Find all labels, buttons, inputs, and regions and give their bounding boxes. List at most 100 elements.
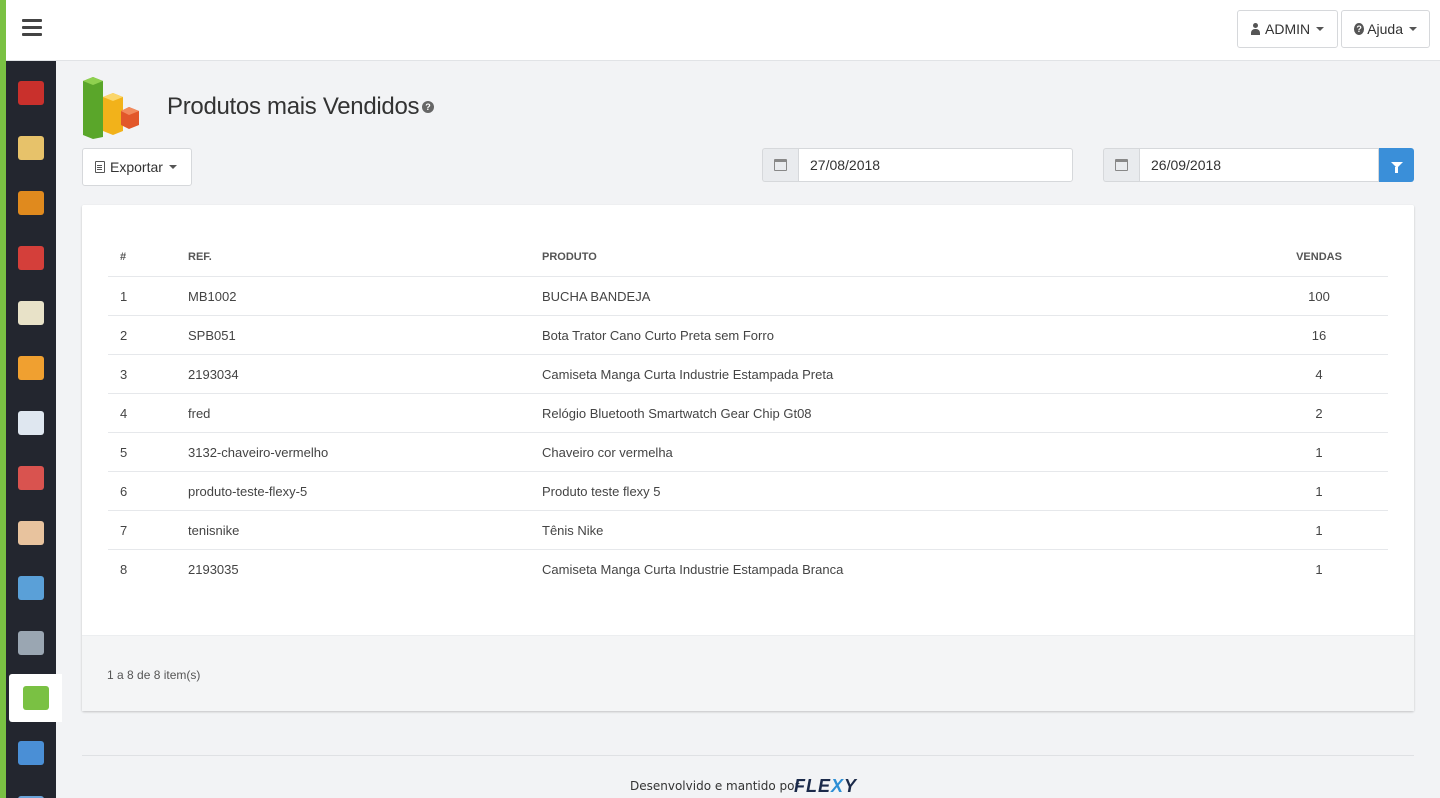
cell-ref: SPB051 bbox=[188, 327, 236, 343]
filter-button[interactable] bbox=[1379, 148, 1414, 182]
cell-product: BUCHA BANDEJA bbox=[542, 288, 651, 304]
card-footer: 1 a 8 de 8 item(s) bbox=[82, 635, 1414, 711]
bar-chart-icon bbox=[22, 686, 49, 710]
table-row: 5 3132-chaveiro-vermelho Chaveiro cor verm… bbox=[108, 433, 1388, 472]
calendar-icon[interactable] bbox=[1103, 148, 1139, 182]
cell-ref: tenisnike bbox=[188, 522, 240, 538]
package-icon bbox=[18, 191, 44, 215]
sidebar-item-truck[interactable] bbox=[6, 344, 56, 392]
sidebar-item-card[interactable] bbox=[6, 289, 56, 337]
discount-icon bbox=[18, 246, 44, 270]
user-menu-label: ADMIN bbox=[1265, 21, 1311, 37]
box-icon bbox=[18, 81, 44, 105]
sidebar-item-admin-user[interactable] bbox=[6, 509, 56, 557]
banner-icon bbox=[18, 576, 44, 600]
table-row: 7 tenisnike Tênis Nike 1 bbox=[108, 511, 1388, 550]
export-button[interactable]: Exportar bbox=[82, 148, 192, 186]
table-row: 1 MB1002 BUCHA BANDEJA 100 bbox=[108, 277, 1388, 316]
catalog-icon bbox=[18, 136, 44, 160]
sidebar-item-settings[interactable] bbox=[6, 784, 56, 798]
cell-sales: 1 bbox=[1315, 562, 1323, 577]
table-row: 3 2193034 Camiseta Manga Curta Industrie E… bbox=[108, 355, 1388, 394]
header-product[interactable]: PRODUTO bbox=[542, 251, 1250, 263]
footer-text: Desenvolvido e mantido por bbox=[630, 779, 800, 793]
sidebar bbox=[6, 61, 62, 798]
footer-divider bbox=[82, 755, 1414, 756]
cell-sales: 1 bbox=[1315, 444, 1323, 460]
header-num[interactable]: # bbox=[108, 251, 188, 263]
header-ref[interactable]: REF. bbox=[188, 251, 542, 263]
filter-icon bbox=[1390, 162, 1403, 173]
results-card: # REF. PRODUTO VENDAS 1 MB1002 BUCHA BANDE… bbox=[82, 205, 1414, 711]
cell-ref: 3132-chaveiro-vermelho bbox=[188, 444, 329, 460]
user-menu-button[interactable]: ADMIN bbox=[1237, 10, 1338, 48]
cell-ref: 2193035 bbox=[188, 562, 239, 577]
date-from-input[interactable] bbox=[798, 148, 1073, 182]
sidebar-item-discount[interactable] bbox=[6, 234, 56, 282]
sidebar-item-bar-chart[interactable] bbox=[9, 674, 62, 722]
admin-user-icon bbox=[18, 521, 44, 545]
help-icon[interactable]: ? bbox=[422, 101, 434, 113]
cell-product: Chaveiro cor vermelha bbox=[542, 444, 673, 460]
cell-ref: 2193034 bbox=[188, 366, 239, 382]
caret-down-icon bbox=[168, 165, 177, 169]
date-from-group bbox=[762, 148, 1073, 182]
cell-sales: 1 bbox=[1315, 483, 1323, 499]
cell-sales: 16 bbox=[1311, 327, 1327, 343]
cell-num: 8 bbox=[120, 562, 128, 577]
cell-sales: 1 bbox=[1315, 522, 1323, 538]
cell-sales: 4 bbox=[1315, 366, 1323, 382]
sidebar-item-note[interactable] bbox=[6, 399, 56, 447]
table-row: 2 SPB051 Bota Trator Cano Curto Preta sem … bbox=[108, 316, 1388, 355]
cell-num: 2 bbox=[120, 327, 128, 343]
header-sales[interactable]: VENDAS bbox=[1250, 251, 1388, 263]
table-row: 6 produto-teste-flexy-5 Produto teste flex… bbox=[108, 472, 1388, 511]
cell-num: 1 bbox=[120, 288, 128, 304]
user-icon bbox=[1250, 23, 1261, 35]
cell-num: 5 bbox=[120, 444, 128, 460]
table-header-row: # REF. PRODUTO VENDAS bbox=[108, 237, 1388, 277]
date-to-group bbox=[1103, 148, 1414, 182]
help-menu-label: Ajuda bbox=[1367, 21, 1403, 37]
sidebar-item-box[interactable] bbox=[6, 69, 56, 117]
pagination-summary: 1 a 8 de 8 item(s) bbox=[107, 668, 201, 682]
sidebar-item-users[interactable] bbox=[6, 454, 56, 502]
cell-product: Relógio Bluetooth Smartwatch Gear Chip G… bbox=[542, 405, 812, 421]
cell-sales: 100 bbox=[1308, 288, 1330, 304]
export-label: Exportar bbox=[110, 159, 163, 175]
flexy-logo[interactable]: FLEXY bbox=[794, 776, 857, 797]
cell-num: 6 bbox=[120, 483, 128, 499]
monitor-icon bbox=[18, 741, 44, 765]
top-bar: ADMIN ? Ajuda bbox=[6, 0, 1440, 61]
cell-product: Camiseta Manga Curta Industrie Estampada… bbox=[542, 366, 834, 382]
menu-toggle-icon[interactable] bbox=[22, 19, 42, 37]
question-circle-icon: ? bbox=[1354, 23, 1365, 35]
note-icon bbox=[18, 411, 44, 435]
cell-num: 7 bbox=[120, 522, 128, 538]
help-menu-button[interactable]: ? Ajuda bbox=[1341, 10, 1430, 48]
sidebar-item-catalog[interactable] bbox=[6, 124, 56, 172]
cell-ref: fred bbox=[188, 405, 211, 421]
users-icon bbox=[18, 466, 44, 490]
table-row: 4 fred Relógio Bluetooth Smartwatch Gear C… bbox=[108, 394, 1388, 433]
sidebar-item-monitor[interactable] bbox=[6, 729, 56, 777]
calendar-icon[interactable] bbox=[762, 148, 798, 182]
cell-product: Camiseta Manga Curta Industrie Estampada… bbox=[542, 562, 844, 577]
cell-ref: MB1002 bbox=[188, 288, 237, 304]
cell-product: Produto teste flexy 5 bbox=[542, 483, 661, 499]
main-content: Produtos mais Vendidos ? Exportar # REF.… bbox=[56, 61, 1440, 798]
caret-down-icon bbox=[1409, 27, 1417, 31]
sidebar-item-database[interactable] bbox=[6, 619, 56, 667]
cell-ref: produto-teste-flexy-5 bbox=[188, 483, 308, 499]
cell-num: 3 bbox=[120, 366, 128, 382]
date-to-input[interactable] bbox=[1139, 148, 1379, 182]
sidebar-item-banner[interactable] bbox=[6, 564, 56, 612]
card-icon bbox=[18, 301, 44, 325]
database-icon bbox=[18, 631, 44, 655]
caret-down-icon bbox=[1316, 27, 1325, 31]
bar-chart-logo-icon bbox=[83, 77, 139, 139]
best-sellers-table: # REF. PRODUTO VENDAS 1 MB1002 BUCHA BANDE… bbox=[108, 237, 1388, 589]
sidebar-item-package[interactable] bbox=[6, 179, 56, 227]
cell-sales: 2 bbox=[1315, 405, 1323, 421]
truck-icon bbox=[18, 356, 44, 380]
